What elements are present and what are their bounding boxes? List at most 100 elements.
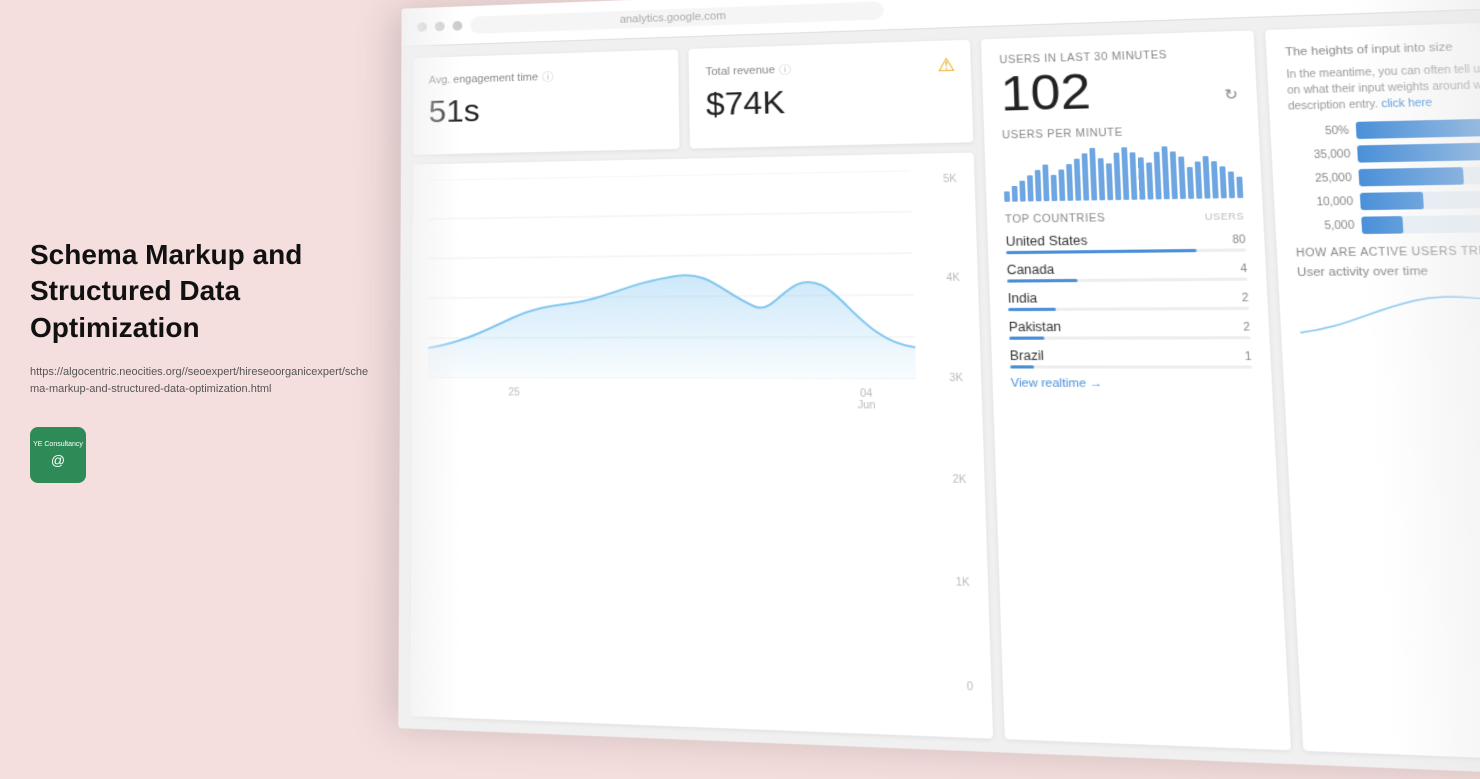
left-panel: Schema Markup and Structured Data Optimi… xyxy=(0,0,400,720)
realtime-count: 102 xyxy=(1000,68,1092,120)
h-bar-fill xyxy=(1357,143,1480,163)
country-row: Pakistan 2 xyxy=(1009,319,1251,340)
country-bar-bg xyxy=(1009,336,1250,340)
mini-bar-item xyxy=(1106,163,1113,200)
revenue-metric-card: Total revenue ⓘ $74K ⚠ xyxy=(688,40,973,149)
country-bar-fill xyxy=(1010,365,1034,368)
h-bar-bg xyxy=(1356,117,1480,139)
mini-bar-item xyxy=(1146,162,1153,199)
mini-bar-item xyxy=(1058,169,1065,201)
chart-y-labels: 5K 4K 3K 2K 1K 0 xyxy=(943,174,973,694)
h-bar-label: 25,000 xyxy=(1292,172,1352,185)
mini-bar-chart xyxy=(1003,145,1244,202)
h-bar-row: 5,000 xyxy=(1294,214,1480,235)
mini-bar-item xyxy=(1154,152,1162,200)
mini-bar-item xyxy=(1203,156,1211,199)
h-bar-bg xyxy=(1361,214,1480,234)
country-bar-bg xyxy=(1007,277,1247,282)
metric-label-revenue: Total revenue ⓘ xyxy=(705,57,953,81)
y-label-0: 0 xyxy=(967,681,974,693)
h-bar-fill xyxy=(1361,216,1404,234)
mini-bar-item xyxy=(1130,152,1138,200)
h-bar-row: 50% xyxy=(1289,117,1480,141)
click-here-link[interactable]: click here xyxy=(1381,97,1433,110)
x-label-1: 25 xyxy=(508,387,519,409)
mini-bar-item xyxy=(1089,148,1097,201)
mini-bar-item xyxy=(1114,153,1122,200)
browser-dot-green xyxy=(452,20,462,30)
mini-bar-item xyxy=(1178,157,1186,199)
mini-bar-item xyxy=(1027,175,1034,201)
how-trending-label: HOW ARE ACTIVE USERS TRENDING? xyxy=(1296,245,1480,260)
country-name: Pakistan xyxy=(1009,319,1062,334)
browser-url-bar[interactable]: analytics.google.com xyxy=(470,1,884,34)
revenue-info-icon[interactable]: ⓘ xyxy=(779,62,791,78)
right-panel-section: The heights of input into size In the me… xyxy=(1265,20,1480,764)
h-bar-label: 5,000 xyxy=(1294,219,1355,232)
chart-x-labels: 25 04Jun xyxy=(428,383,964,412)
country-value: 80 xyxy=(1232,234,1246,246)
h-bar-bg xyxy=(1358,165,1480,186)
mini-bar-item xyxy=(1074,159,1081,201)
country-value: 1 xyxy=(1244,351,1251,363)
country-bar-bg xyxy=(1008,307,1249,311)
mini-bar-item xyxy=(1051,175,1058,201)
mini-bar-item xyxy=(1012,186,1018,202)
mini-bar-item xyxy=(1236,177,1243,198)
y-label-5k: 5K xyxy=(943,174,957,186)
country-value: 4 xyxy=(1240,263,1247,275)
mini-bar-item xyxy=(1082,153,1090,200)
line-chart-svg xyxy=(428,169,963,379)
badge-icon: @ xyxy=(51,452,65,469)
y-label-3k: 3K xyxy=(949,373,963,385)
view-realtime-link[interactable]: View realtime → xyxy=(1011,377,1254,391)
h-bar-label: 50% xyxy=(1289,125,1349,138)
country-bar-fill xyxy=(1008,308,1055,311)
horizontal-bars: 50% 35,000 25,000 10,000 5,000 xyxy=(1289,117,1480,235)
x-label-3: 04Jun xyxy=(857,388,875,411)
badge-text: YE Consultancy xyxy=(33,441,83,449)
h-bar-bg xyxy=(1357,141,1480,163)
metric-label-engagement: Avg. engagement time ⓘ xyxy=(429,66,662,89)
trending-chart xyxy=(1297,277,1480,345)
engagement-info-icon[interactable]: ⓘ xyxy=(542,69,553,85)
mini-bar-item xyxy=(1219,166,1226,198)
y-label-1k: 1K xyxy=(956,577,970,589)
mini-bar-item xyxy=(1195,161,1203,198)
mini-bar-item xyxy=(1228,171,1235,198)
mini-bar-item xyxy=(1098,158,1105,200)
mini-bar-item xyxy=(1035,170,1042,201)
mini-bar-item xyxy=(1121,147,1129,200)
country-row: Brazil 1 xyxy=(1010,348,1252,369)
country-bar-fill xyxy=(1007,279,1078,283)
country-name: Brazil xyxy=(1010,348,1045,363)
country-row: India 2 xyxy=(1008,289,1249,311)
h-bar-label: 35,000 xyxy=(1290,148,1350,161)
y-label-2k: 2K xyxy=(952,474,966,486)
h-bar-fill xyxy=(1358,167,1464,186)
engagement-value: 51s xyxy=(429,87,663,130)
h-bar-fill xyxy=(1360,192,1424,210)
h-bar-label: 10,000 xyxy=(1293,196,1353,209)
h-bar-fill xyxy=(1356,118,1480,139)
mini-bar-item xyxy=(1042,165,1049,202)
right-panel-description: In the meantime, you can often tell user… xyxy=(1286,59,1480,115)
browser-dot-red xyxy=(417,22,427,32)
right-panel-title: The heights of input into size xyxy=(1285,38,1480,59)
country-bar-bg xyxy=(1010,365,1252,368)
country-name: Canada xyxy=(1007,262,1055,277)
user-activity-label: User activity over time xyxy=(1297,264,1480,280)
warning-icon: ⚠ xyxy=(937,54,955,76)
page-url: https://algocentric.neocities.org//seoex… xyxy=(30,364,370,397)
country-name: India xyxy=(1008,291,1038,306)
realtime-refresh-icon[interactable]: ↻ xyxy=(1224,85,1239,103)
h-bar-row: 35,000 xyxy=(1290,141,1480,164)
page-title: Schema Markup and Structured Data Optimi… xyxy=(30,237,370,346)
country-row: Canada 4 xyxy=(1007,260,1248,282)
country-row: United States 80 xyxy=(1006,231,1247,254)
dashboard-area: analytics.google.com Avg. engagement tim… xyxy=(398,0,1480,779)
mini-bar-item xyxy=(1138,157,1146,199)
mini-bar-item xyxy=(1019,181,1025,202)
mini-bar-item xyxy=(1211,161,1219,198)
country-name: United States xyxy=(1006,233,1088,249)
